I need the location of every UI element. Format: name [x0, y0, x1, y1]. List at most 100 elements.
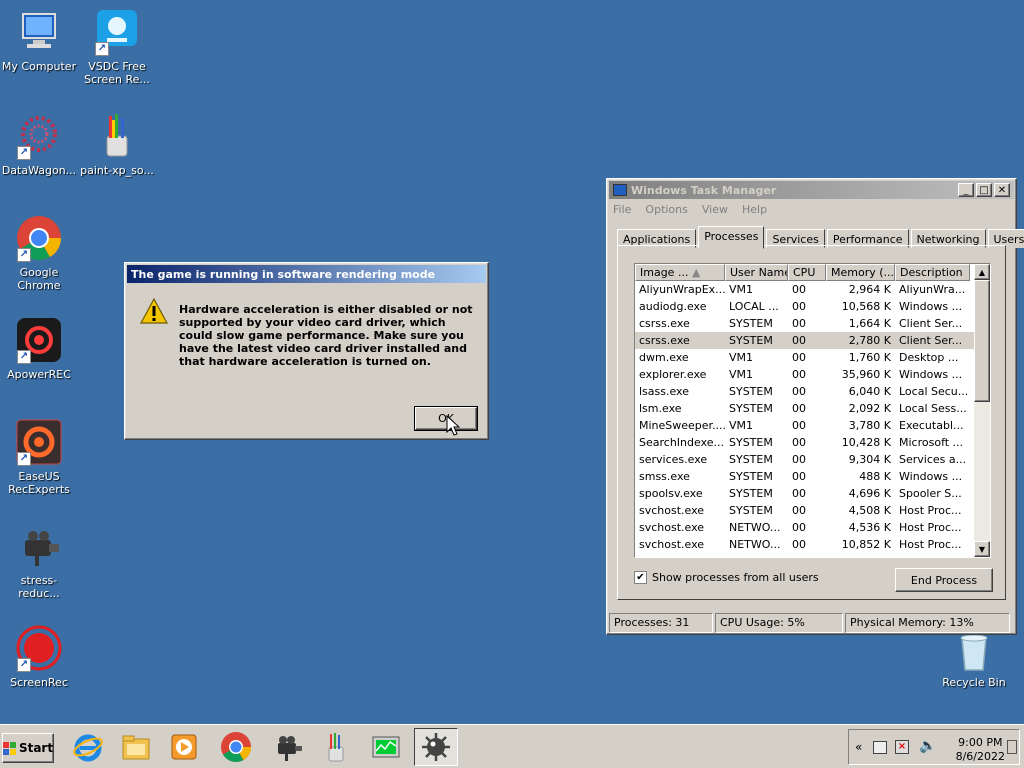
desktop-icon-paint-xp[interactable]: paint-xp_so...	[78, 112, 156, 177]
start-button[interactable]: Start	[2, 733, 54, 763]
process-row[interactable]: svchost.exeLOCAL ...0015,944 KHost Proc.…	[635, 553, 990, 557]
taskbar-minesweeper[interactable]	[414, 728, 458, 766]
desktop-icon-label: DataWagon...	[1, 164, 77, 177]
close-button[interactable]: ✕	[994, 183, 1010, 197]
process-row[interactable]: csrss.exe SYSTEM 00 2,780 K Client Ser...	[635, 332, 990, 349]
process-cell: 00	[792, 385, 806, 398]
column-image-name[interactable]: Image ... ▲	[635, 264, 725, 281]
desktop-icon-stress-reduc[interactable]: stress-reduc...	[0, 522, 78, 600]
process-row[interactable]: csrss.exe SYSTEM 00 1,664 K Client Ser...	[635, 315, 990, 332]
menu-view[interactable]: View	[702, 203, 728, 216]
desktop-icon-screenrec[interactable]: ↗ ScreenRec	[0, 624, 78, 689]
end-process-button[interactable]: End Process	[895, 568, 993, 592]
process-row[interactable]: explorer.exe VM1 00 35,960 K Windows ...	[635, 366, 990, 383]
process-row[interactable]: AliyunWrapEx... VM1 00 2,964 K AliyunWra...	[635, 281, 990, 298]
computer-icon	[15, 8, 63, 56]
desktop-icon-label: Recycle Bin	[942, 676, 1006, 689]
status-bar: Processes: 31 CPU Usage: 5% Physical Mem…	[609, 613, 1014, 633]
show-hidden-icons-button[interactable]: «	[855, 740, 862, 754]
process-cell: 00	[792, 402, 806, 415]
process-row[interactable]: svchost.exe NETWO... 00 10,852 K Host Proc..…	[635, 536, 990, 553]
process-cell: 1,760 K	[848, 351, 891, 364]
start-label: Start	[18, 741, 54, 755]
desktop-icon-datawagon[interactable]: ↗ DataWagon...	[0, 112, 78, 177]
process-row[interactable]: MineSweeper.... VM1 00 3,780 K Executabl...	[635, 417, 990, 434]
scroll-down-arrow[interactable]: ▼	[974, 541, 990, 557]
process-cell: smss.exe	[639, 470, 690, 483]
taskbar-task-manager[interactable]	[364, 728, 408, 766]
process-cell: 4,508 K	[848, 504, 891, 517]
network-error-icon[interactable]: ×	[895, 740, 909, 754]
desktop-icon-label: ApowerREC	[7, 368, 71, 381]
column-description[interactable]: Description	[895, 264, 970, 281]
process-row[interactable]: spoolsv.exe SYSTEM 00 4,696 K Spooler S...	[635, 485, 990, 502]
process-row[interactable]: lsass.exe SYSTEM 00 6,040 K Local Secu...	[635, 383, 990, 400]
process-cell: lsass.exe	[639, 385, 689, 398]
task-manager-title: Windows Task Manager	[631, 183, 777, 197]
process-cell: 00	[792, 368, 806, 381]
column-user-name[interactable]: User Name	[725, 264, 788, 281]
chrome-icon: ↗	[15, 214, 63, 262]
media-player-icon	[171, 734, 197, 760]
taskbar-paint[interactable]	[314, 728, 358, 766]
desktop-icon-apowerrec[interactable]: ↗ ApowerREC	[0, 316, 78, 381]
taskbar-internet-explorer[interactable]	[66, 728, 110, 766]
tab-processes[interactable]: Processes	[698, 226, 765, 249]
process-cell: spoolsv.exe	[639, 487, 703, 500]
process-row[interactable]: lsm.exe SYSTEM 00 2,092 K Local Sess...	[635, 400, 990, 417]
desktop-icon-recycle-bin[interactable]: Recycle Bin	[935, 632, 1013, 689]
process-list[interactable]: Image ... ▲ User Name CPU Memory (... De…	[634, 263, 991, 558]
mouse-cursor-icon	[446, 415, 460, 436]
minimize-button[interactable]: _	[958, 183, 974, 197]
chrome-icon	[221, 732, 251, 763]
process-row[interactable]: audiodg.exe LOCAL ... 00 10,568 K Windows ..…	[635, 298, 990, 315]
processes-panel: Image ... ▲ User Name CPU Memory (... De…	[617, 245, 1006, 600]
process-row[interactable]: SearchIndexe... SYSTEM 00 10,428 K Microsoft…	[635, 434, 990, 451]
scroll-up-arrow[interactable]: ▲	[974, 264, 990, 280]
desktop-icon-my-computer[interactable]: My Computer	[0, 8, 78, 73]
checkbox-checked-icon[interactable]: ✔	[634, 571, 647, 584]
process-cell: NETWO...	[729, 521, 781, 534]
clock[interactable]: 9:00 PM 8/6/2022	[956, 736, 1005, 764]
action-center-icon[interactable]	[873, 741, 887, 754]
process-cell: 2,092 K	[848, 402, 891, 415]
menu-options[interactable]: Options	[645, 203, 687, 216]
dialog-titlebar[interactable]: The game is running in software renderin…	[127, 265, 486, 283]
desktop-icon-google-chrome[interactable]: ↗ Google Chrome	[0, 214, 78, 292]
taskbar-file-explorer[interactable]	[114, 728, 158, 766]
column-memory[interactable]: Memory (...	[826, 264, 895, 281]
volume-icon[interactable]: 🔈	[919, 738, 936, 754]
shortcut-arrow-icon: ↗	[17, 146, 31, 160]
process-row[interactable]: services.exe SYSTEM 00 9,304 K Services a...	[635, 451, 990, 468]
process-cell: LOCAL ...	[729, 300, 779, 313]
process-cell: NETWO...	[729, 538, 781, 551]
process-cell: 15,944 K	[826, 553, 895, 557]
show-desktop-button[interactable]	[1007, 740, 1017, 754]
desktop-icon-easeus[interactable]: ↗ EaseUS RecExperts	[0, 418, 78, 496]
menu-help[interactable]: Help	[742, 203, 767, 216]
process-row[interactable]: svchost.exe NETWO... 00 4,536 K Host Proc...	[635, 519, 990, 536]
process-cell: Windows ...	[899, 300, 963, 313]
maximize-button[interactable]: □	[976, 183, 992, 197]
process-cell: 00	[792, 521, 806, 534]
process-cell: 00	[792, 487, 806, 500]
menu-file[interactable]: File	[613, 203, 631, 216]
desktop-icon-vsdc[interactable]: ↗ VSDC Free Screen Re...	[78, 8, 156, 86]
process-list-scrollbar[interactable]: ▲ ▼	[974, 264, 990, 557]
show-all-processes-checkbox[interactable]: ✔ Show processes from all users	[634, 571, 819, 584]
process-row[interactable]: smss.exe SYSTEM 00 488 K Windows ...	[635, 468, 990, 485]
task-manager-titlebar[interactable]: Windows Task Manager _ □ ✕	[609, 181, 1014, 199]
scroll-thumb[interactable]	[974, 280, 990, 402]
process-list-header: Image ... ▲ User Name CPU Memory (... De…	[635, 264, 990, 281]
desktop-icon-label: stress-reduc...	[18, 574, 60, 600]
clock-time: 9:00 PM	[958, 736, 1003, 749]
process-row[interactable]: dwm.exe VM1 00 1,760 K Desktop ...	[635, 349, 990, 366]
taskbar-google-chrome[interactable]	[214, 728, 258, 766]
process-cell: Executabl...	[899, 419, 964, 432]
taskbar-media-player[interactable]	[162, 728, 206, 766]
recycle-bin-icon	[950, 632, 998, 672]
process-cell: 6,040 K	[848, 385, 891, 398]
taskbar-stress-reducer[interactable]	[266, 728, 310, 766]
column-cpu[interactable]: CPU	[788, 264, 826, 281]
process-row[interactable]: svchost.exe SYSTEM 00 4,508 K Host Proc...	[635, 502, 990, 519]
